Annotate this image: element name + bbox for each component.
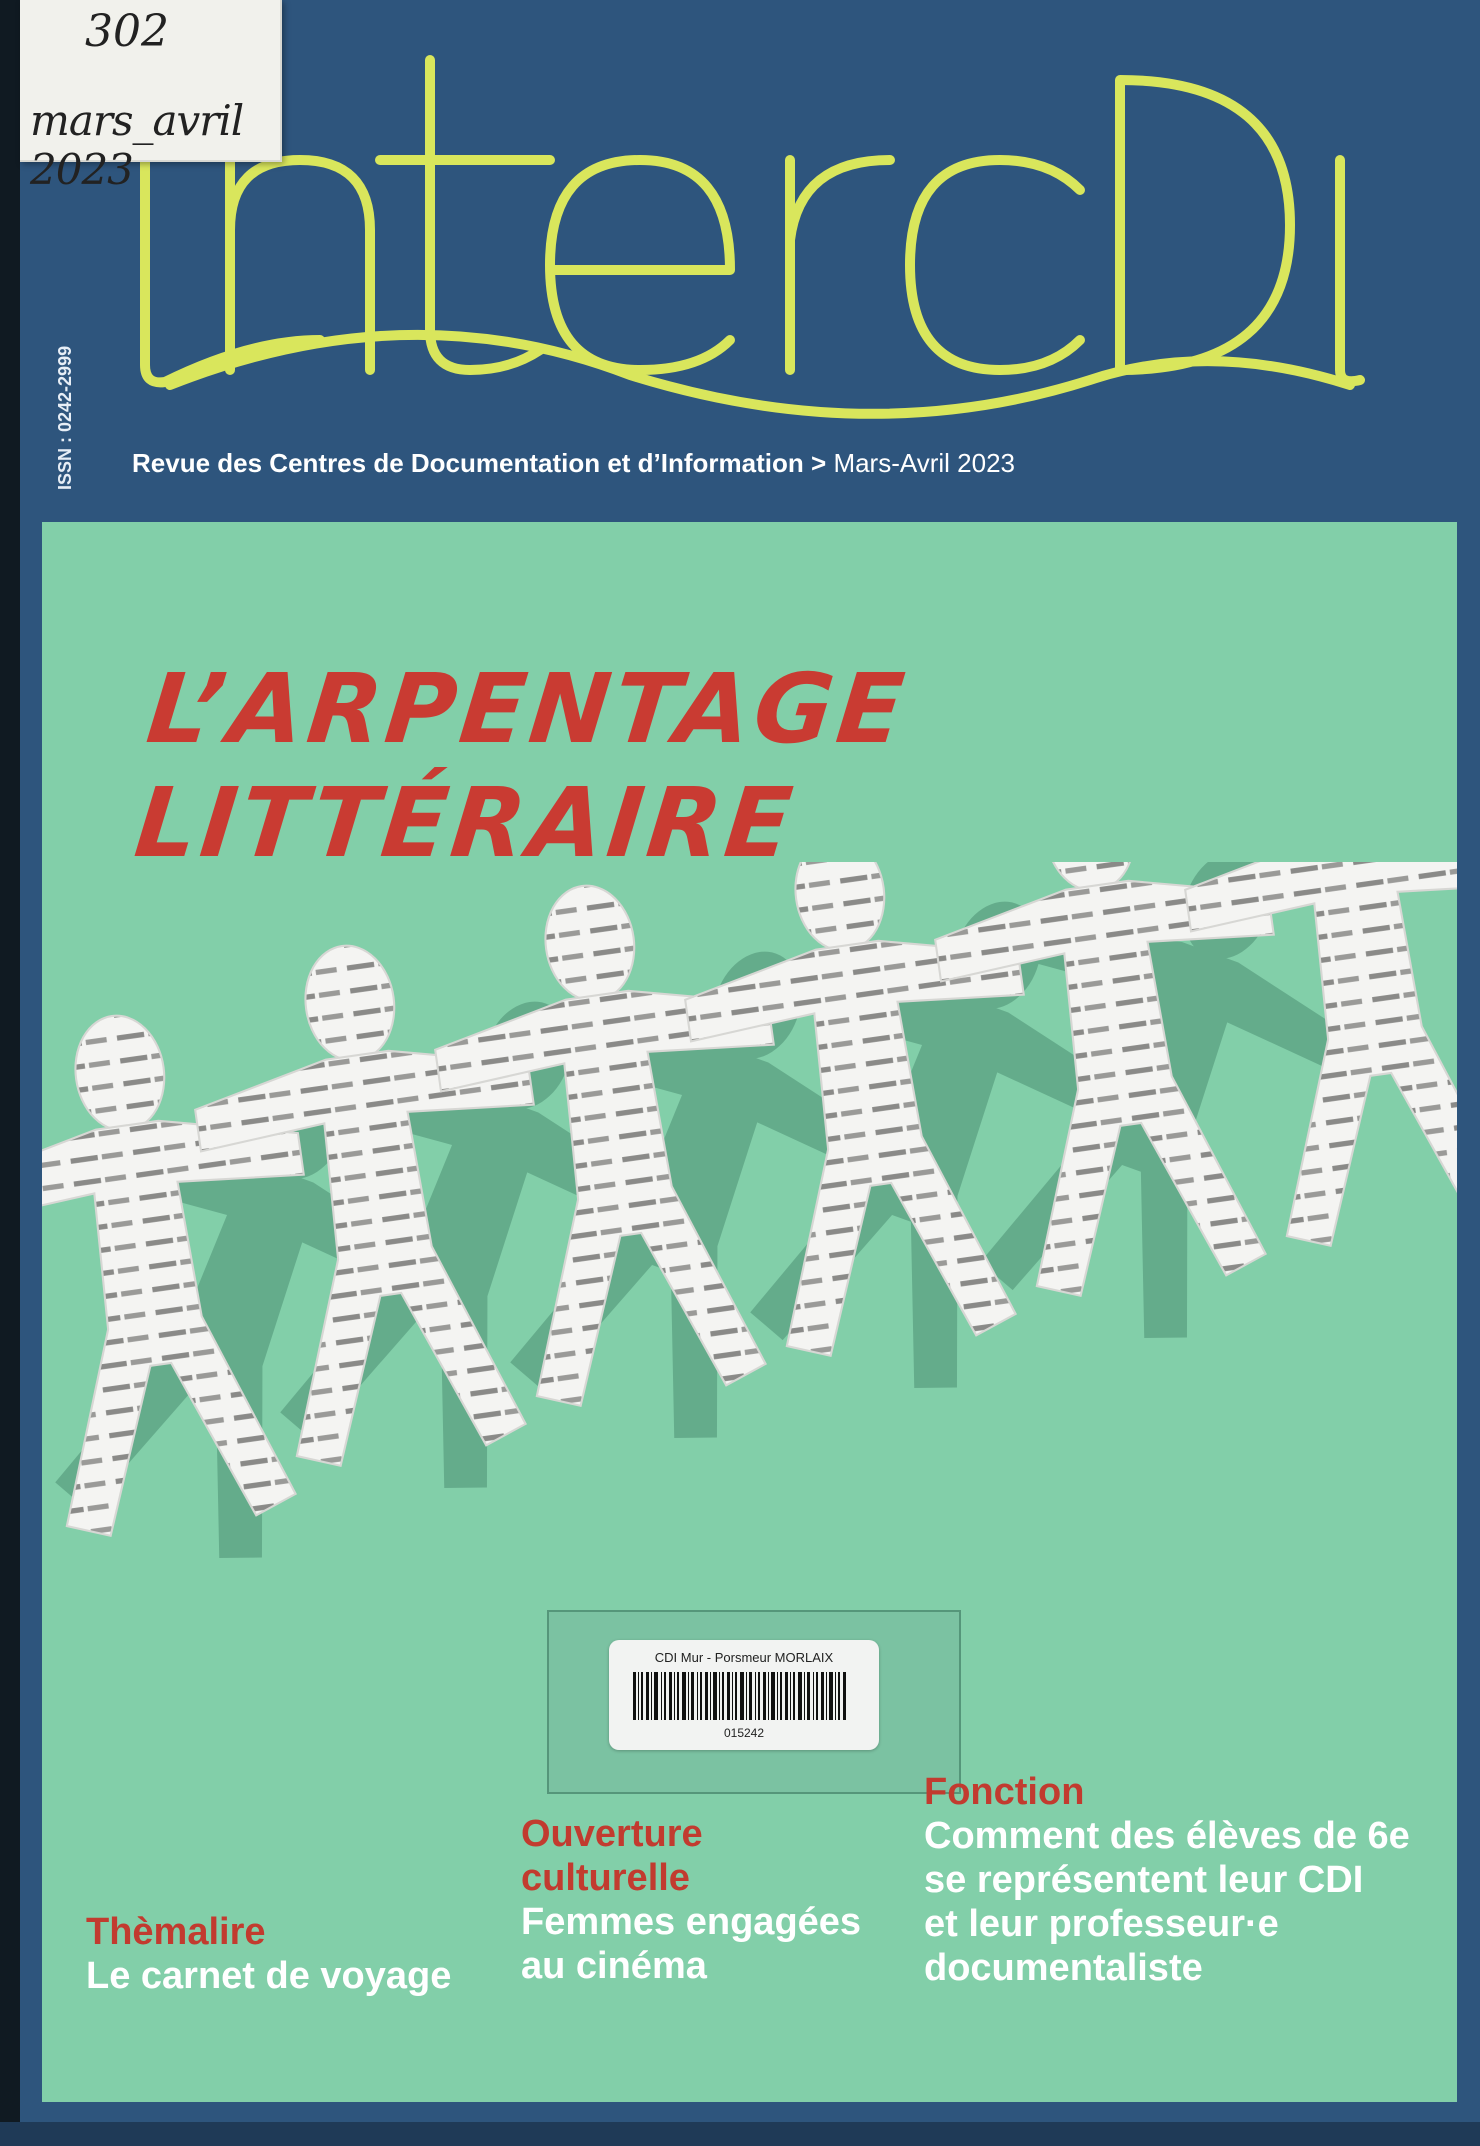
cover-panel: L’ARPENTAGE LITTÉRAIRE CDI Mur - Porsmeu… (42, 522, 1457, 2102)
teaser-themalire: Thèmalire Le carnet de voyage (86, 1910, 451, 1998)
teaser-ouverture-kicker-1: Ouverture (521, 1813, 703, 1855)
library-name: CDI Mur - Porsmeur MORLAIX (654, 1650, 834, 1665)
subtitle-text: Revue des Centres de Documentation et d’… (132, 448, 804, 478)
cover-bottom-edge (0, 2122, 1480, 2146)
sticker-line-2: mars_avril 2023 (30, 96, 244, 194)
teaser-fonction-title-2: se représentent leur CDI (924, 1859, 1364, 1901)
teaser-themalire-title: Le carnet de voyage (86, 1955, 452, 1997)
subtitle-separator: > (811, 448, 827, 478)
library-label: CDI Mur - Porsmeur MORLAIX 015242 (609, 1640, 879, 1750)
teaser-themalire-kicker: Thèmalire (86, 1911, 266, 1953)
sticker-line-1: 302 (85, 6, 169, 57)
teaser-fonction-kicker: Fonction (924, 1771, 1085, 1813)
magazine-subtitle: Revue des Centres de Documentation et d’… (132, 448, 1015, 479)
teaser-ouverture-kicker-2: culturelle (521, 1857, 690, 1899)
teaser-fonction-title-1: Comment des élèves de 6e (924, 1815, 1410, 1857)
barcode-icon (633, 1672, 846, 1720)
barcode-number: 015242 (723, 1726, 765, 1740)
teaser-ouverture-title-2: au cinéma (521, 1945, 707, 1987)
teaser-ouverture-title-1: Femmes engagées (521, 1901, 862, 1943)
intercdi-logo (140, 55, 1365, 419)
handwritten-sticker: 302 mars_avril 2023 (20, 0, 282, 194)
headline-line-1: L’ARPENTAGE (142, 653, 913, 765)
library-label-pocket: CDI Mur - Porsmeur MORLAIX 015242 (547, 1610, 961, 1794)
cover-spine-shadow (0, 0, 20, 2146)
cover-headline: L’ARPENTAGE LITTÉRAIRE (130, 652, 913, 880)
teaser-fonction: Fonction Comment des élèves de 6e se rep… (924, 1770, 1410, 1990)
issue-date: Mars-Avril 2023 (833, 448, 1016, 478)
teaser-ouverture-culturelle: Ouverture culturelle Femmes engagées au … (521, 1812, 861, 1988)
teaser-fonction-title-3: et leur professeur·e (924, 1903, 1279, 1945)
teaser-fonction-title-4: documentaliste (924, 1947, 1203, 1989)
